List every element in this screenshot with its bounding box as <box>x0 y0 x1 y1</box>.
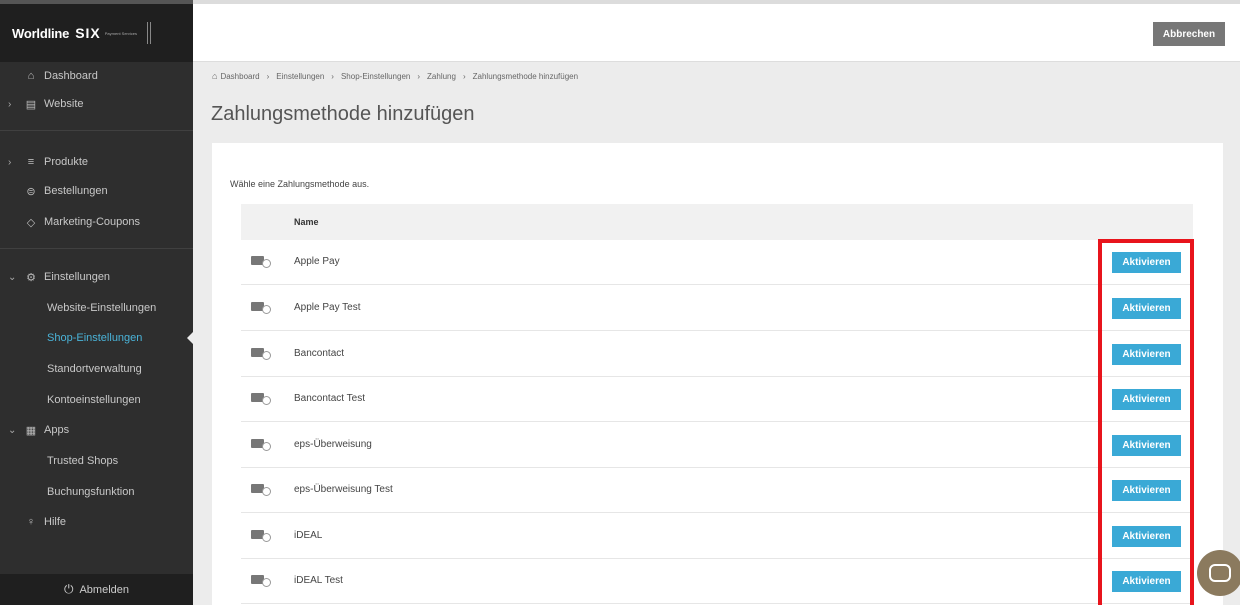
payment-method-name: eps-Überweisung Test <box>294 484 393 495</box>
sidebar-item-marketing-coupons[interactable]: ◇ Marketing-Coupons <box>0 210 193 234</box>
logout-button[interactable]: ⏻ Abmelden <box>0 574 193 605</box>
orders-icon: ⊜ <box>26 185 36 198</box>
payment-method-icon <box>251 484 271 496</box>
sidebar: Worldline SIX Payment Services ⌂ Dashboa… <box>0 0 194 605</box>
breadcrumb-item[interactable]: Einstellungen <box>276 72 324 81</box>
breadcrumb-item[interactable]: Zahlung <box>427 72 456 81</box>
sidebar-divider <box>0 248 193 249</box>
sidebar-item-label: Hilfe <box>44 516 67 528</box>
sidebar-item-apps[interactable]: ⌄ ▦ Apps <box>0 418 193 442</box>
sidebar-item-kontoeinstellungen[interactable]: Kontoeinstellungen <box>0 388 193 412</box>
brand-name: Worldline <box>12 25 70 41</box>
sidebar-item-bestellungen[interactable]: ⊜ Bestellungen <box>0 179 193 203</box>
chevron-right-icon: › <box>417 71 421 81</box>
chevron-right-icon: › <box>8 156 12 168</box>
table-row: Bancontact Test Aktivieren <box>241 377 1193 422</box>
products-icon: ≡ <box>27 156 35 168</box>
chevron-right-icon: › <box>266 71 270 81</box>
column-header-name: Name <box>294 217 319 227</box>
payment-method-card: Wähle eine Zahlungsmethode aus. Name App… <box>212 143 1223 605</box>
help-icon: ♀ <box>26 516 36 528</box>
sidebar-item-label: Standortverwaltung <box>47 363 142 375</box>
table-row: eps-Überweisung Test Aktivieren <box>241 468 1193 513</box>
active-indicator <box>187 331 194 345</box>
breadcrumb-item[interactable]: Shop-Einstellungen <box>341 72 410 81</box>
table-row: iDEAL Test Aktivieren <box>241 559 1193 604</box>
table-header: Name <box>241 204 1193 240</box>
chat-icon <box>1209 564 1231 582</box>
home-icon: ⌂ <box>212 71 218 81</box>
breadcrumb: ⌂ Dashboard › Einstellungen › Shop-Einst… <box>212 71 578 81</box>
website-icon: ▤ <box>25 98 37 111</box>
power-icon: ⏻ <box>63 582 74 596</box>
brand-partner: SIX <box>75 25 101 41</box>
sidebar-item-standortverwaltung[interactable]: Standortverwaltung <box>0 357 193 381</box>
brand-logo[interactable]: Worldline SIX Payment Services <box>0 0 193 62</box>
tag-icon: ◇ <box>26 216 36 229</box>
sidebar-item-label: Apps <box>44 424 70 436</box>
chevron-down-icon: ⌄ <box>8 271 17 283</box>
sidebar-item-website[interactable]: › ▤ Website <box>0 92 193 116</box>
home-icon: ⌂ <box>27 70 35 82</box>
logout-label: Abmelden <box>79 583 130 596</box>
sidebar-item-label: Bestellungen <box>44 185 108 197</box>
payment-method-icon <box>251 393 271 405</box>
sidebar-item-trusted-shops[interactable]: Trusted Shops <box>0 449 193 473</box>
apps-icon: ▦ <box>25 424 37 437</box>
chevron-right-icon: › <box>331 71 334 81</box>
sidebar-item-label: Kontoeinstellungen <box>47 394 141 406</box>
payment-method-name: iDEAL <box>294 530 323 541</box>
payment-method-name: iDEAL Test <box>294 575 343 586</box>
sidebar-item-label: Website <box>44 98 84 110</box>
payment-method-icon <box>251 256 271 268</box>
sidebar-item-produkte[interactable]: › ≡ Produkte <box>0 150 193 174</box>
cancel-button[interactable]: Abbrechen <box>1153 22 1225 46</box>
payment-method-name: eps-Überweisung <box>294 439 372 450</box>
payment-method-icon <box>251 302 271 314</box>
sidebar-item-label: Shop-Einstellungen <box>47 332 143 344</box>
sidebar-item-label: Einstellungen <box>44 271 111 283</box>
table-row: Apple Pay Test Aktivieren <box>241 286 1193 331</box>
gear-icon: ⚙ <box>26 271 36 284</box>
table-row: iDEAL Aktivieren <box>241 514 1193 559</box>
breadcrumb-current: Zahlungsmethode hinzufügen <box>472 71 579 81</box>
sidebar-item-label: Website-Einstellungen <box>47 302 157 314</box>
payment-method-name: Bancontact <box>294 348 345 359</box>
chat-launcher-button[interactable] <box>1197 550 1240 596</box>
table-row: eps-Überweisung Aktivieren <box>241 423 1193 468</box>
chevron-right-icon: › <box>8 98 12 110</box>
brand-bars-icon <box>147 22 151 44</box>
sidebar-item-label: Produkte <box>44 156 89 168</box>
top-bar: Abbrechen <box>193 0 1240 62</box>
page-title: Zahlungsmethode hinzufügen <box>211 103 475 125</box>
sidebar-item-label: Marketing-Coupons <box>44 216 140 228</box>
highlight-box <box>1098 239 1194 605</box>
payment-method-name: Apple Pay <box>294 256 340 267</box>
payment-method-icon <box>251 439 271 451</box>
payment-method-icon <box>251 530 271 542</box>
sidebar-item-label: Dashboard <box>44 70 98 82</box>
sidebar-item-label: Trusted Shops <box>47 455 119 467</box>
payment-method-name: Apple Pay Test <box>294 302 361 313</box>
sidebar-item-einstellungen[interactable]: ⌄ ⚙ Einstellungen <box>0 265 193 289</box>
sidebar-item-buchungsfunktion[interactable]: Buchungsfunktion <box>0 480 193 504</box>
sidebar-item-hilfe[interactable]: ♀ Hilfe <box>0 510 193 534</box>
sidebar-item-dashboard[interactable]: ⌂ Dashboard <box>0 64 193 88</box>
breadcrumb-item[interactable]: Dashboard <box>220 72 259 81</box>
table-row: Apple Pay Aktivieren <box>241 240 1193 285</box>
sidebar-item-shop-einstellungen[interactable]: Shop-Einstellungen <box>0 326 193 350</box>
payment-method-icon <box>251 575 271 587</box>
chevron-down-icon: ⌄ <box>8 424 17 436</box>
payment-method-name: Bancontact Test <box>294 393 365 404</box>
instruction-text: Wähle eine Zahlungsmethode aus. <box>230 179 370 189</box>
sidebar-item-label: Buchungsfunktion <box>47 486 135 498</box>
brand-partner-sub: Payment Services <box>104 30 137 36</box>
payment-method-icon <box>251 348 271 360</box>
sidebar-divider <box>0 130 193 131</box>
sidebar-item-website-einstellungen[interactable]: Website-Einstellungen <box>0 296 193 320</box>
chevron-right-icon: › <box>462 71 466 81</box>
table-row: Bancontact Aktivieren <box>241 332 1193 377</box>
